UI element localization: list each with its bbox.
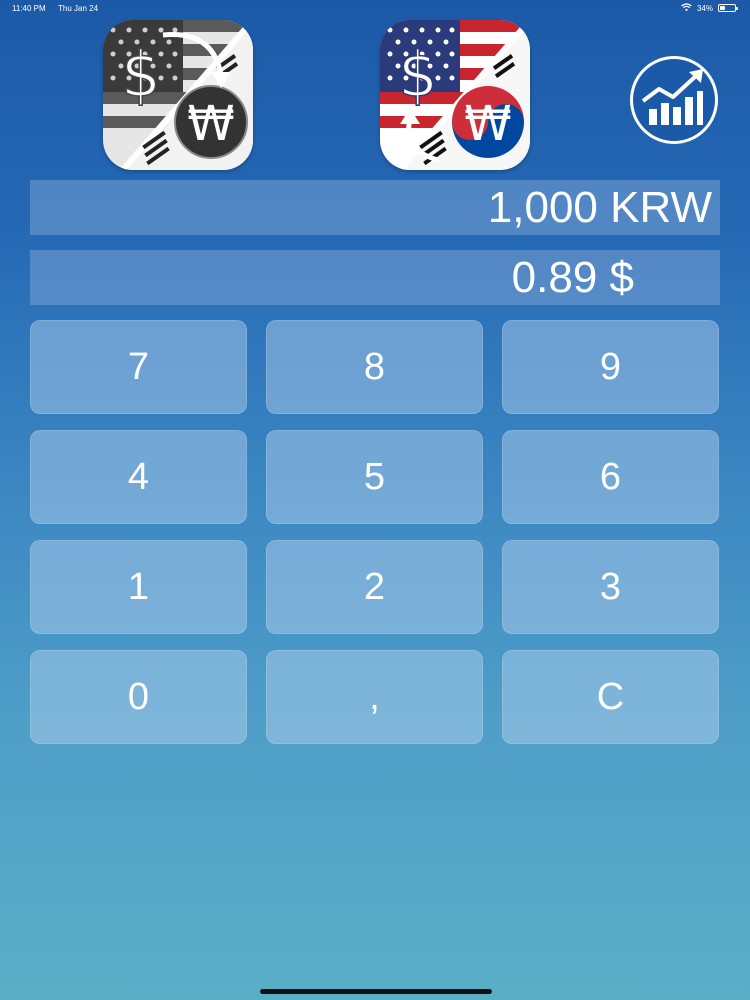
key-0[interactable]: 0 [30,650,247,744]
battery-percentage: 34% [696,3,713,13]
input-display: 1,000 KRW [30,180,720,235]
battery-fill [720,6,725,10]
status-bar: 11:40 PM Thu Jan 24 34% [0,0,750,18]
input-value: 1,000 KRW [487,182,712,232]
key-4[interactable]: 4 [30,430,247,524]
key-5[interactable]: 5 [266,430,483,524]
krw-usd-convert-button[interactable]: $ ₩ [103,20,253,170]
status-indicators: 34% [681,3,738,13]
wifi-icon [681,3,692,13]
battery-icon [718,4,738,12]
key-6[interactable]: 6 [502,430,719,524]
key-clear[interactable]: C [502,650,719,744]
result-value: 0.89 $ [511,252,634,302]
key-3[interactable]: 3 [502,540,719,634]
key-7[interactable]: 7 [30,320,247,414]
chart-button[interactable] [630,56,718,144]
key-2[interactable]: 2 [266,540,483,634]
usd-krw-convert-button[interactable]: $ ₩ [380,20,530,170]
result-display: 0.89 $ [30,250,720,305]
dollar-won-convert-icon: $ ₩ [103,20,253,170]
growth-chart-icon [641,69,703,125]
dollar-symbol: $ [121,38,160,111]
dollar-symbol: $ [398,38,437,111]
key-decimal-separator[interactable]: , [266,650,483,744]
won-symbol: ₩ [464,96,511,152]
status-time: 11:40 PM [12,4,46,13]
dollar-won-flag-icon: $ ₩ [380,20,530,170]
home-indicator[interactable] [260,989,492,994]
key-1[interactable]: 1 [30,540,247,634]
won-symbol: ₩ [187,96,234,152]
status-date: Thu Jan 24 [58,4,99,13]
key-9[interactable]: 9 [502,320,719,414]
key-8[interactable]: 8 [266,320,483,414]
